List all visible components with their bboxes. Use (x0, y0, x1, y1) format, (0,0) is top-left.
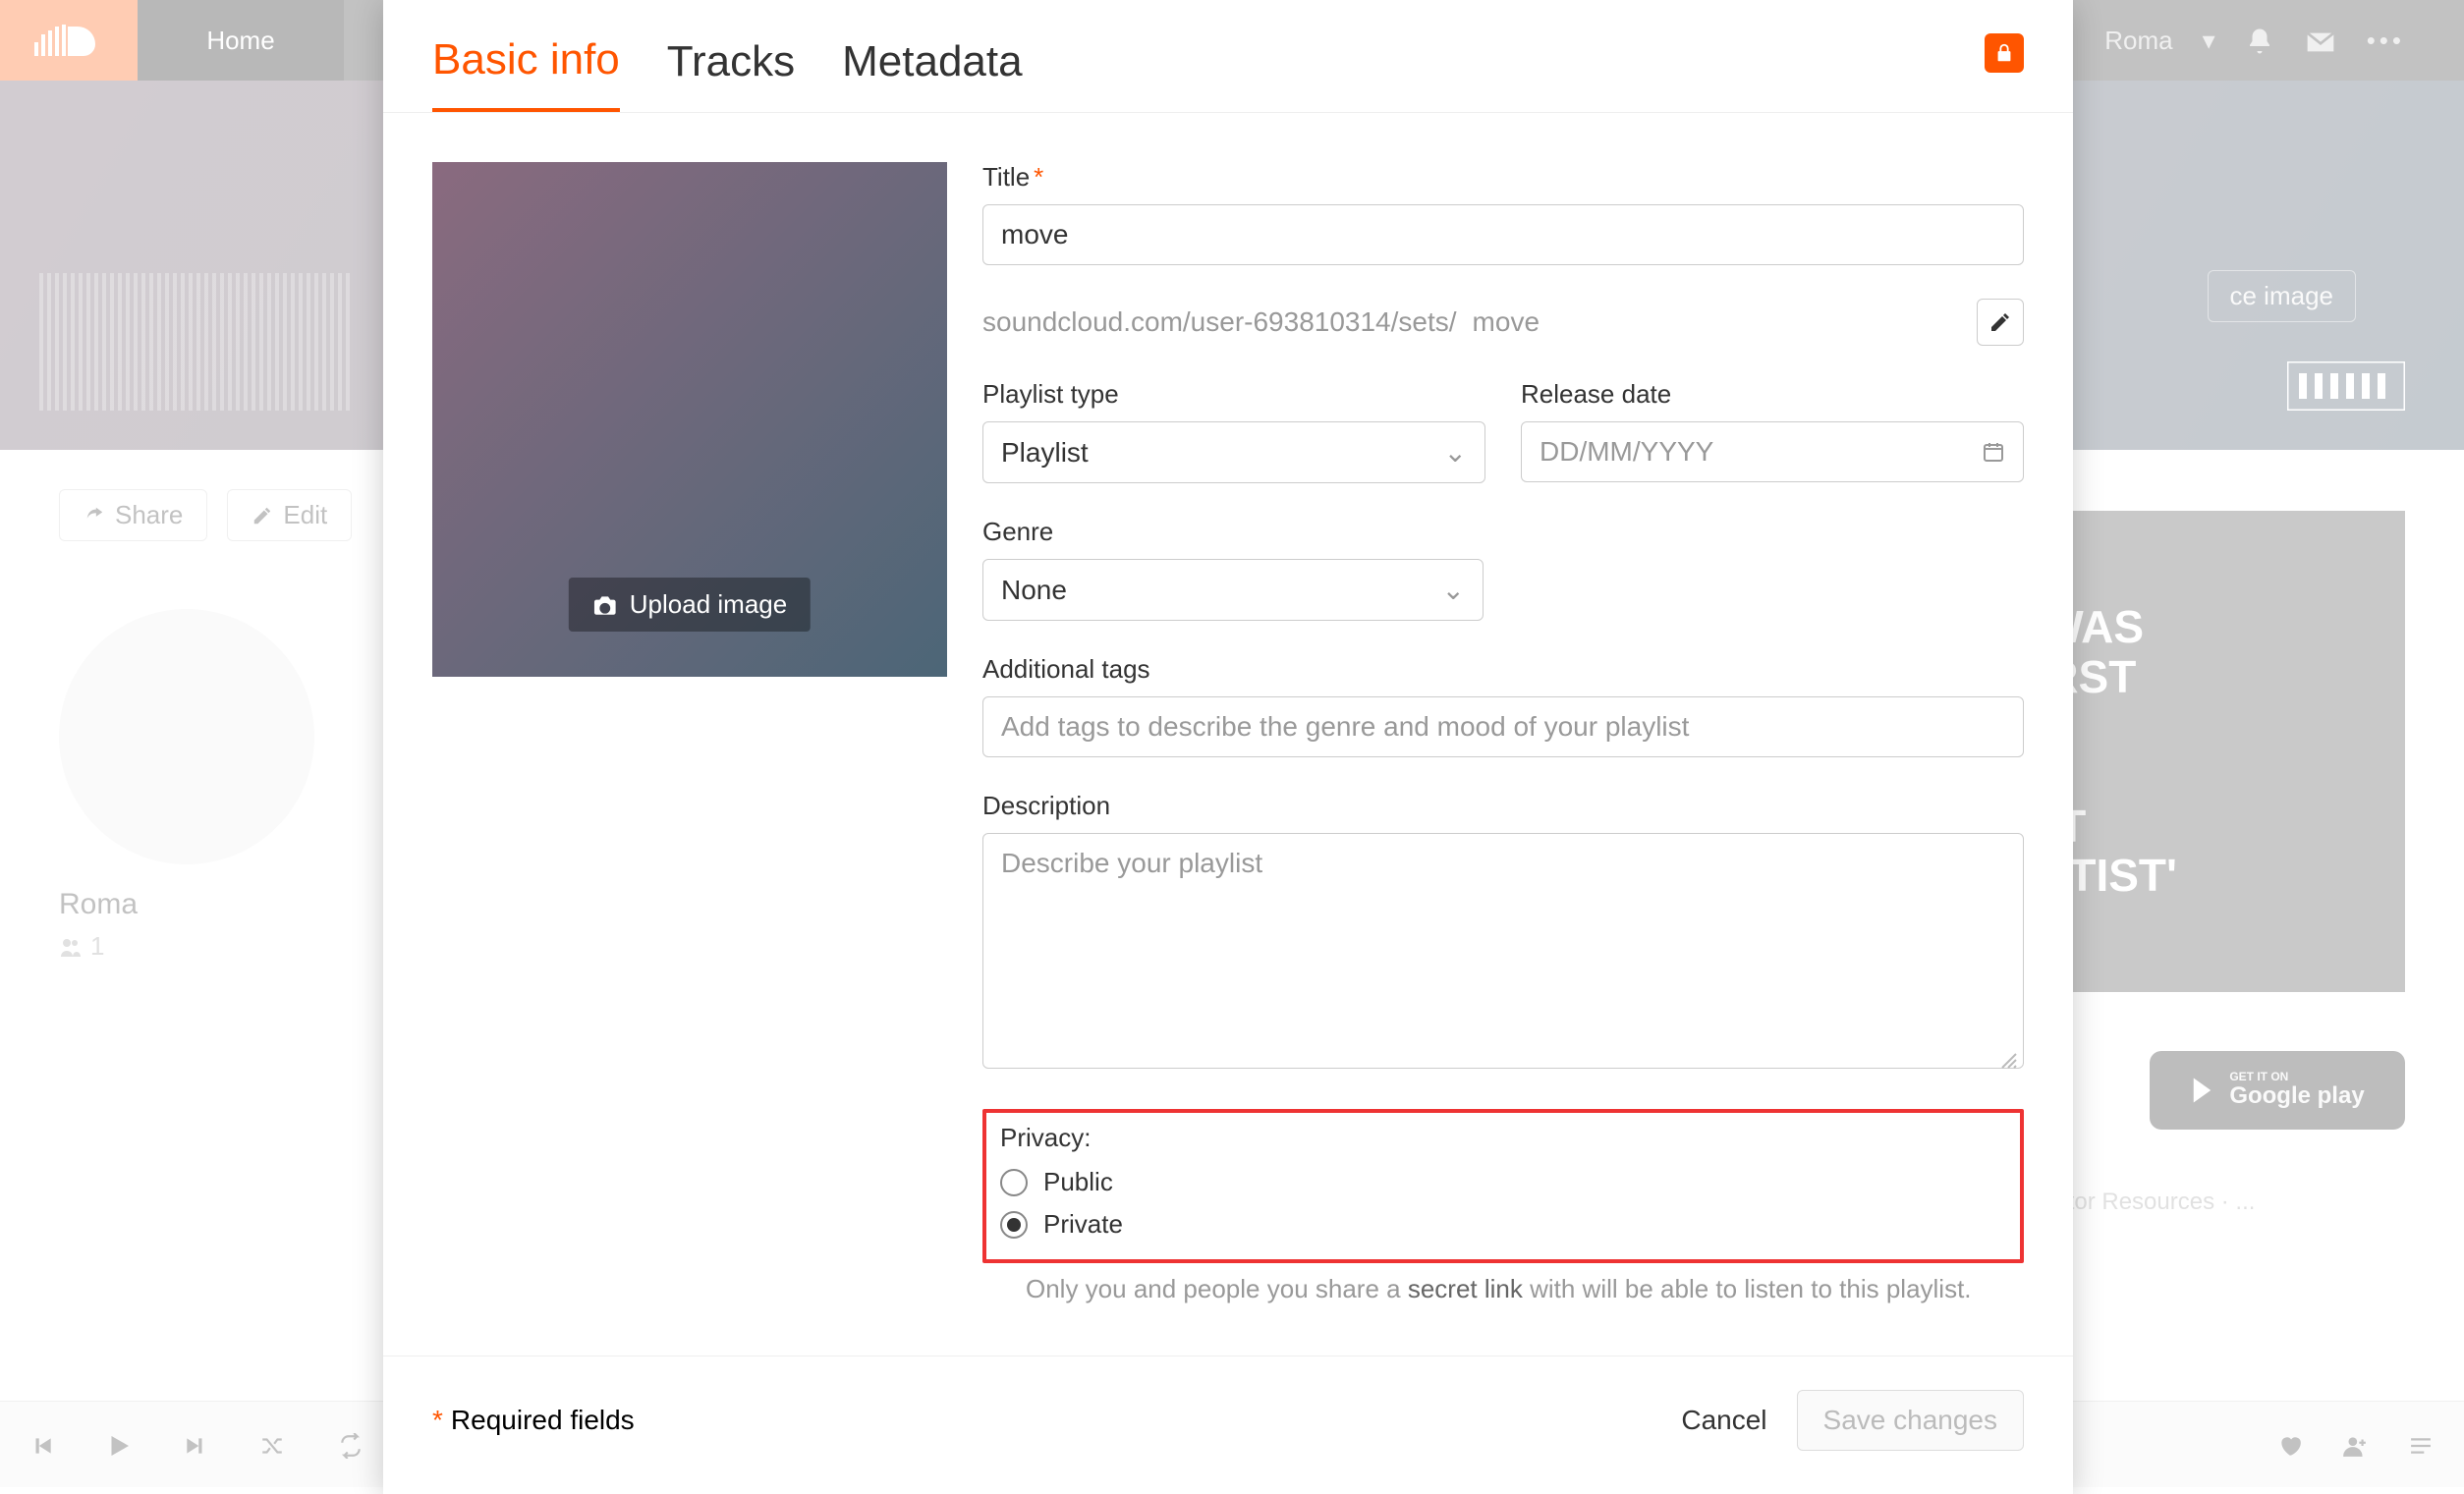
pencil-icon (1988, 310, 2012, 334)
heart-icon[interactable] (2277, 1429, 2303, 1460)
upload-image-button[interactable]: Upload image (569, 578, 811, 632)
calendar-icon (1982, 440, 2005, 464)
permalink-prefix: soundcloud.com/user-693810314/sets/ (982, 306, 1457, 338)
radio-checked-icon (1000, 1211, 1028, 1239)
release-date-input[interactable]: DD/MM/YYYY (1521, 421, 2024, 482)
required-star: * (1034, 162, 1043, 192)
profile-sidebar: Roma 1 (59, 609, 314, 962)
edit-playlist-modal: Basic info Tracks Metadata Upload image … (383, 0, 2073, 1494)
title-label: Title (982, 162, 1030, 192)
privacy-public-label: Public (1043, 1167, 1113, 1197)
user-add-icon[interactable] (2342, 1429, 2368, 1460)
genre-value: None (1001, 575, 1067, 606)
genre-label: Genre (982, 517, 2024, 547)
mail-icon[interactable] (2304, 26, 2337, 56)
tab-metadata[interactable]: Metadata (842, 31, 1022, 110)
waveform-icon (39, 273, 354, 411)
privacy-private-description: Only you and people you share a secret l… (982, 1271, 2024, 1306)
tab-basic-info[interactable]: Basic info (432, 29, 620, 112)
camera-icon (592, 594, 618, 616)
soundcloud-icon (34, 21, 103, 60)
privacy-lock-badge[interactable] (1985, 33, 2024, 73)
share-button[interactable]: Share (59, 489, 207, 541)
additional-tags-input[interactable] (982, 696, 2024, 757)
lock-icon (1993, 42, 2015, 64)
privacy-label: Privacy: (1000, 1123, 2006, 1153)
parental-advisory-icon (2287, 361, 2405, 411)
avatar[interactable] (59, 609, 314, 864)
release-date-label: Release date (1521, 379, 2024, 410)
play-icon[interactable] (104, 1428, 134, 1460)
followers-count[interactable]: 1 (59, 931, 314, 962)
chevron-down-icon: ⌄ (1442, 574, 1465, 606)
description-label: Description (982, 791, 2024, 821)
privacy-public-option[interactable]: Public (1000, 1161, 2006, 1203)
tab-tracks[interactable]: Tracks (667, 31, 795, 110)
playlist-artwork: Upload image (432, 162, 947, 677)
more-icon[interactable]: ••• (2367, 26, 2405, 56)
edit-button[interactable]: Edit (227, 489, 352, 541)
people-icon (59, 937, 83, 957)
save-changes-button[interactable]: Save changes (1797, 1390, 2024, 1451)
replace-image-button[interactable]: ce image (2208, 270, 2357, 322)
pencil-icon (252, 505, 273, 526)
queue-icon[interactable] (2407, 1429, 2435, 1460)
genre-select[interactable]: None ⌄ (982, 559, 1484, 621)
next-icon[interactable] (183, 1428, 208, 1460)
title-input[interactable] (982, 204, 2024, 265)
chevron-down-icon[interactable]: ▾ (2203, 26, 2215, 56)
privacy-private-option[interactable]: Private (1000, 1203, 2006, 1245)
topbar-username[interactable]: Roma (2104, 26, 2172, 56)
playlist-type-label: Playlist type (982, 379, 1485, 410)
nav-home[interactable]: Home (138, 0, 344, 81)
profile-name: Roma (59, 888, 314, 921)
soundcloud-logo[interactable] (0, 0, 138, 81)
prev-icon[interactable] (29, 1428, 55, 1460)
required-fields-note: *Required fields (432, 1405, 635, 1436)
play-store-icon (2190, 1076, 2219, 1105)
permalink-slug: move (1473, 306, 1540, 338)
repeat-icon[interactable] (336, 1428, 365, 1460)
resize-handle-icon[interactable] (2000, 1052, 2018, 1070)
playlist-type-value: Playlist (1001, 437, 1089, 469)
upload-image-label: Upload image (630, 589, 787, 620)
edit-permalink-button[interactable] (1977, 299, 2024, 346)
shuffle-icon[interactable] (257, 1428, 287, 1460)
chevron-down-icon: ⌄ (1444, 436, 1467, 469)
bell-icon[interactable] (2245, 25, 2274, 56)
privacy-section-highlight: Privacy: Public Private (982, 1109, 2024, 1263)
playlist-type-select[interactable]: Playlist ⌄ (982, 421, 1485, 483)
radio-icon (1000, 1169, 1028, 1196)
privacy-private-label: Private (1043, 1209, 1123, 1240)
release-date-placeholder: DD/MM/YYYY (1540, 436, 1713, 468)
cancel-button[interactable]: Cancel (1681, 1405, 1766, 1436)
modal-footer: *Required fields Cancel Save changes (383, 1356, 2073, 1494)
modal-tabs: Basic info Tracks Metadata (383, 0, 2073, 113)
secret-link-link[interactable]: secret link (1408, 1274, 1523, 1303)
description-textarea[interactable] (982, 833, 2024, 1069)
additional-tags-label: Additional tags (982, 654, 2024, 685)
google-play-badge[interactable]: GET IT ON Google play (2150, 1051, 2405, 1130)
share-icon (84, 505, 105, 526)
